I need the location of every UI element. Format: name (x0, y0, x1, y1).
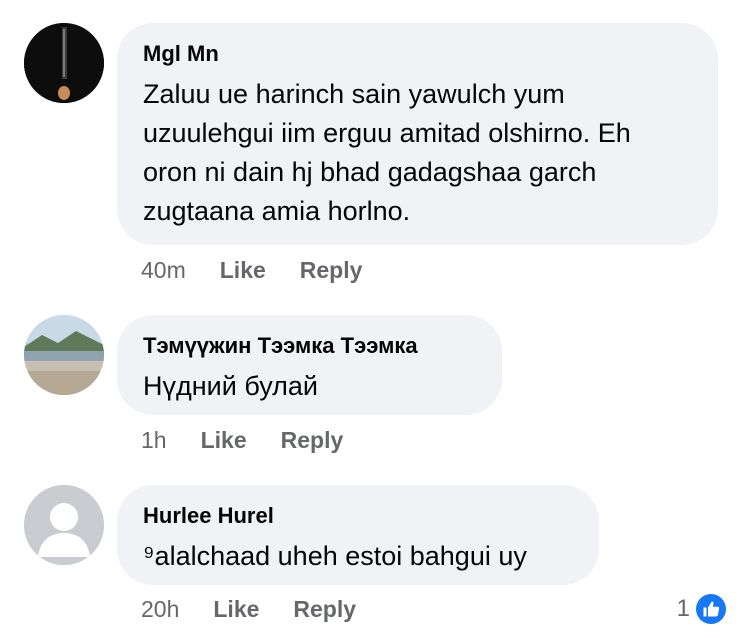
reaction-summary[interactable]: 1 (677, 594, 726, 624)
avatar[interactable] (24, 485, 104, 565)
comment-meta: 1h Like Reply (141, 427, 377, 454)
comment-text: Нүдний булай (143, 371, 318, 401)
comment-timestamp[interactable]: 1h (141, 427, 167, 454)
comment-timestamp[interactable]: 20h (141, 596, 179, 623)
comment-text: Zaluu ue harinch sain yawulch yum uzuule… (143, 79, 631, 226)
comment-meta: 40m Like Reply (141, 257, 396, 284)
thumbs-up-glyph (703, 601, 720, 617)
avatar-photo-landscape (24, 315, 104, 395)
comment-bubble: Тэмүүжин Тээмка Тээмка Нүдний булай (117, 315, 502, 415)
comment-bubble: Hurlee Hurel ⁹alalchaad uheh estoi bahgu… (117, 485, 599, 585)
comment-timestamp[interactable]: 40m (141, 257, 186, 284)
like-button[interactable]: Like (220, 257, 266, 284)
reply-button[interactable]: Reply (293, 596, 356, 623)
avatar[interactable] (24, 23, 104, 103)
comment-bubble: Mgl Mn Zaluu ue harinch sain yawulch yum… (117, 23, 718, 245)
comment-meta: 20h Like Reply (141, 596, 390, 623)
comment-author[interactable]: Hurlee Hurel (143, 503, 573, 529)
reaction-count: 1 (676, 595, 690, 622)
default-avatar-icon (24, 485, 104, 565)
avatar[interactable] (24, 315, 104, 395)
reply-button[interactable]: Reply (281, 427, 344, 454)
reply-button[interactable]: Reply (300, 257, 363, 284)
comment-author[interactable]: Тэмүүжин Тээмка Тээмка (143, 333, 476, 359)
comment-text: ⁹alalchaad uheh estoi bahgui uy (143, 541, 527, 571)
avatar-photo-dark (24, 23, 104, 103)
thumbs-up-icon (696, 594, 726, 624)
like-button[interactable]: Like (201, 427, 247, 454)
comment-author[interactable]: Mgl Mn (143, 41, 692, 67)
like-button[interactable]: Like (213, 596, 259, 623)
